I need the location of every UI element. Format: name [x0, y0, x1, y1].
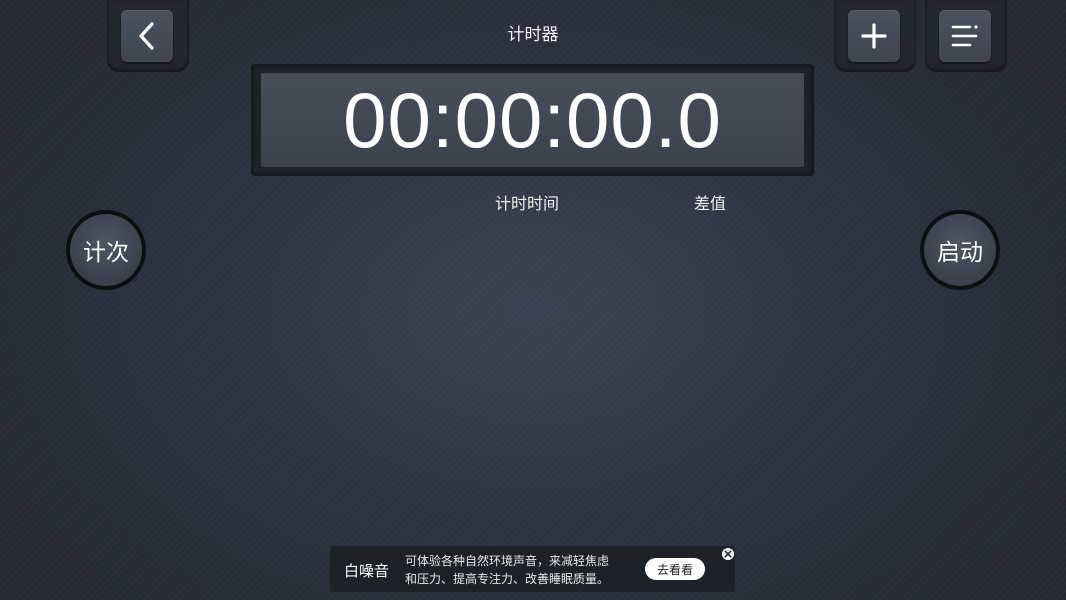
ad-banner[interactable]: 白噪音 可体验各种自然环境声音，来减轻焦虑 和压力、提高专注力、改善睡眠质量。 …	[330, 546, 735, 592]
plus-icon	[861, 23, 887, 49]
add-button-holder	[834, 0, 916, 72]
ad-description-line-1: 可体验各种自然环境声音，来减轻焦虑	[405, 554, 610, 568]
ad-description: 可体验各种自然环境声音，来减轻焦虑 和压力、提高专注力、改善睡眠质量。	[405, 552, 635, 588]
difference-column-header: 差值	[694, 194, 727, 213]
menu-button-holder	[925, 0, 1007, 72]
timer-display-frame: 00:00:00.0	[251, 64, 814, 176]
ad-description-line-2: 和压力、提高专注力、改善睡眠质量。	[405, 572, 610, 586]
menu-button[interactable]	[939, 10, 991, 62]
lap-button-label: 计次	[70, 214, 142, 286]
ad-cta-button[interactable]: 去看看	[645, 558, 705, 580]
start-button[interactable]: 启动	[920, 210, 1000, 290]
timer-display: 00:00:00.0	[343, 76, 722, 164]
close-icon	[724, 550, 732, 558]
add-button[interactable]	[848, 10, 900, 62]
start-button-label: 启动	[924, 214, 996, 286]
ad-title: 白噪音	[344, 562, 390, 580]
ad-close-button[interactable]	[722, 548, 734, 560]
list-menu-icon	[951, 25, 978, 47]
elapsed-time-column-header: 计时时间	[495, 194, 560, 213]
lap-button[interactable]: 计次	[66, 210, 146, 290]
timer-display-panel: 00:00:00.0	[261, 73, 804, 167]
